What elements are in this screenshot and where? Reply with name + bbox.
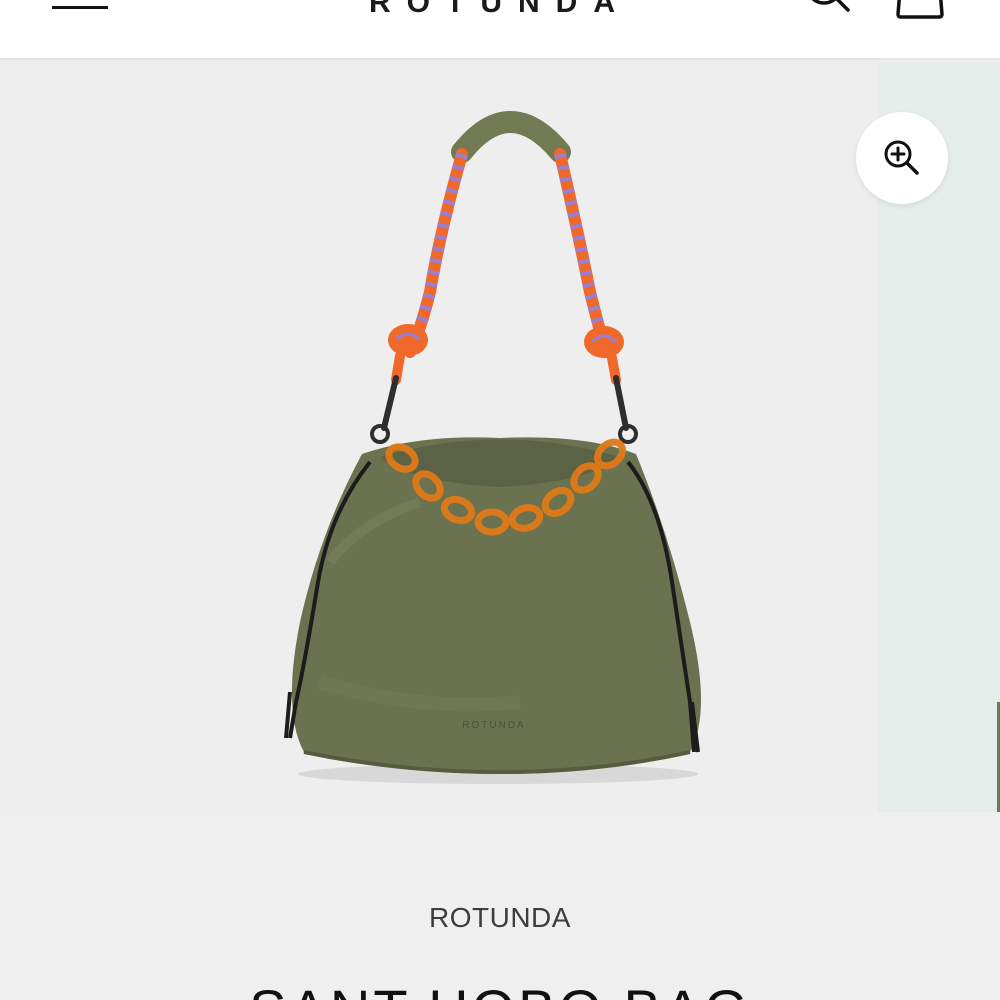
site-header: ROTUNDA: [0, 0, 1000, 60]
product-page: ROTUNDA ROTUNDA ROTUNDA: [0, 0, 1000, 1000]
menu-button[interactable]: [52, 0, 110, 14]
bag-logo-text: ROTUNDA: [462, 720, 525, 731]
search-icon: [811, 0, 850, 12]
site-logo[interactable]: ROTUNDA: [340, 0, 660, 19]
product-info: ROTUNDA SANT HOBO BAG: [0, 812, 1000, 1000]
zoom-in-icon: [884, 140, 919, 175]
product-image: ROTUNDA: [284, 111, 701, 784]
hamburger-menu-icon: [52, 6, 108, 9]
product-gallery[interactable]: ROTUNDA: [0, 62, 1000, 812]
product-brand[interactable]: ROTUNDA: [0, 902, 1000, 934]
cart-button[interactable]: [892, 0, 948, 20]
shopping-bag-icon: [896, 0, 944, 19]
gallery-slide-current[interactable]: ROTUNDA: [0, 62, 878, 812]
search-button[interactable]: [800, 0, 856, 20]
product-title: SANT HOBO BAG: [0, 982, 1000, 1000]
zoom-button[interactable]: [856, 112, 948, 204]
